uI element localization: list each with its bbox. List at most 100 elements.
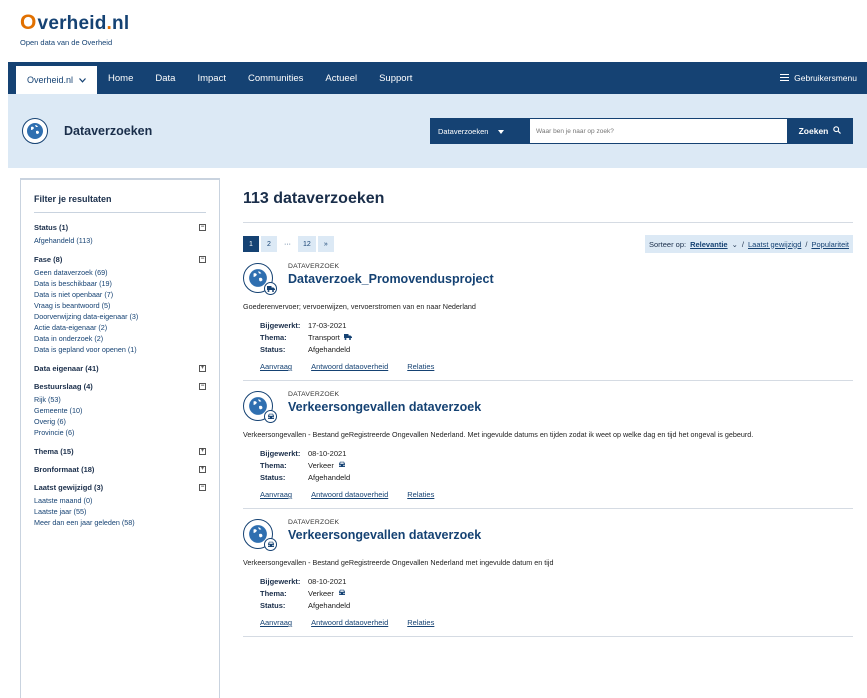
page-12-button[interactable]: 12 [298, 236, 316, 252]
filter-group-label: Fase (8) [34, 255, 63, 264]
antwoord-link[interactable]: Antwoord dataoverheid [311, 362, 388, 371]
truck-icon [264, 282, 277, 295]
theme-value: Verkeer [308, 461, 334, 470]
dataverzoeken-globe-icon [22, 118, 48, 144]
result-meta: Bijgewerkt: 17-03-2021 Thema: Transport Sta… [260, 320, 853, 356]
result-links: Aanvraag Antwoord dataoverheid Relaties [260, 490, 853, 508]
filter-group-header[interactable]: Laatst gewijzigd (3) − [34, 483, 206, 492]
main-nav: Overheid.nl Home Data Impact Communities… [8, 62, 867, 94]
filter-option-link[interactable]: Laatste maand (0) [34, 495, 206, 506]
sort-popularity-link[interactable]: Populariteit [811, 240, 849, 249]
search-scope-dropdown[interactable]: Dataverzoeken [430, 118, 530, 144]
filter-group-label: Laatst gewijzigd (3) [34, 483, 104, 492]
result-title-link[interactable]: Verkeersongevallen dataverzoek [288, 528, 481, 542]
filter-option-link[interactable]: Vraag is beantwoord (5) [34, 300, 206, 311]
filter-option-link[interactable]: Overig (6) [34, 416, 206, 427]
filter-option-link[interactable]: Data in onderzoek (2) [34, 333, 206, 344]
meta-label: Status: [260, 345, 286, 354]
results-heading: 113 dataverzoeken [243, 190, 385, 207]
filter-option-link[interactable]: Rijk (53) [34, 394, 206, 405]
meta-label: Bijgewerkt: [260, 321, 301, 330]
expand-icon[interactable]: + [199, 466, 206, 473]
filter-group: Fase (8) − Geen dataverzoek (69) Data is be… [34, 255, 206, 355]
logo-mark: O [20, 11, 37, 34]
result-description: Verkeersongevallen - Bestand geRegistree… [243, 430, 754, 439]
antwoord-link[interactable]: Antwoord dataoverheid [311, 490, 388, 499]
page-2-button[interactable]: 2 [261, 236, 277, 252]
filter-option-link[interactable]: Actie data-eigenaar (2) [34, 322, 206, 333]
filter-option-link[interactable]: Data is gepland voor openen (1) [34, 344, 206, 355]
collapse-icon[interactable]: − [199, 224, 206, 231]
antwoord-link[interactable]: Antwoord dataoverheid [311, 618, 388, 627]
filter-option-link[interactable]: Provincie (6) [34, 427, 206, 438]
next-page-button[interactable]: » [317, 236, 334, 252]
search-bar: Dataverzoeken Zoeken [430, 118, 853, 144]
collapse-icon[interactable]: − [199, 256, 206, 263]
car-icon [264, 410, 277, 423]
nav-item-data[interactable]: Data [144, 73, 186, 84]
pager-and-sort: 1 2 ··· 12 » Sorteer op: Relevantie ⌄ / … [243, 235, 853, 253]
result-title-link[interactable]: Dataverzoek_Promovendusproject [288, 272, 494, 286]
meta-label: Bijgewerkt: [260, 577, 301, 586]
filter-option-link[interactable]: Data is beschikbaar (19) [34, 278, 206, 289]
nav-item-communities[interactable]: Communities [237, 73, 314, 84]
filter-group-header[interactable]: Bronformaat (18) + [34, 465, 206, 474]
filter-option-link[interactable]: Geen dataverzoek (69) [34, 267, 206, 278]
caret-down-icon [498, 127, 505, 136]
sort-separator: / [805, 239, 808, 249]
aanvraag-link[interactable]: Aanvraag [260, 362, 292, 371]
filter-group-header[interactable]: Thema (15) + [34, 447, 206, 456]
sort-control: Sorteer op: Relevantie ⌄ / Laatst gewijz… [644, 235, 853, 253]
page-banner: Dataverzoeken Dataverzoeken Zoeken [8, 94, 867, 168]
collapse-icon[interactable]: − [199, 484, 206, 491]
relaties-link[interactable]: Relaties [407, 618, 434, 627]
page-ellipsis: ··· [284, 240, 291, 248]
theme-value: Verkeer [308, 589, 334, 598]
updated-date: 08-10-2021 [308, 577, 347, 586]
relaties-link[interactable]: Relaties [407, 362, 434, 371]
search-button[interactable]: Zoeken [787, 118, 853, 144]
nav-item-support[interactable]: Support [368, 73, 423, 84]
expand-icon[interactable]: + [199, 365, 206, 372]
filter-option-link[interactable]: Afgehandeld (113) [34, 235, 206, 246]
filter-group-label: Bestuurslaag (4) [34, 382, 93, 391]
nav-item-home[interactable]: Home [97, 73, 144, 84]
filter-option-link[interactable]: Laatste jaar (55) [34, 506, 206, 517]
chevron-down-icon [79, 75, 86, 85]
filter-group-header[interactable]: Bestuurslaag (4) − [34, 382, 206, 391]
nav-item-actueel[interactable]: Actueel [314, 73, 368, 84]
search-scope-label: Dataverzoeken [438, 126, 489, 136]
page-1-button[interactable]: 1 [243, 236, 259, 252]
sort-latest-link[interactable]: Laatst gewijzigd [748, 240, 801, 249]
chevron-down-icon: ⌄ [731, 239, 738, 249]
collapse-icon[interactable]: − [199, 383, 206, 390]
search-input[interactable] [530, 118, 787, 144]
result-type: DATAVERZOEK [288, 519, 340, 526]
filter-group: Laatst gewijzigd (3) − Laatste maand (0) La… [34, 483, 206, 528]
filter-group-header[interactable]: Fase (8) − [34, 255, 206, 264]
meta-label: Thema: [260, 333, 287, 342]
filter-option-link[interactable]: Data is niet openbaar (7) [34, 289, 206, 300]
updated-date: 08-10-2021 [308, 449, 347, 458]
result-type: DATAVERZOEK [288, 391, 340, 398]
result-title-link[interactable]: Verkeersongevallen dataverzoek [288, 400, 481, 414]
user-menu-button[interactable]: Gebruikersmenu [780, 73, 857, 83]
filter-option-link[interactable]: Meer dan een jaar geleden (58) [34, 517, 206, 528]
filter-group-header[interactable]: Status (1) − [34, 223, 206, 232]
status-value: Afgehandeld [308, 345, 351, 354]
aanvraag-link[interactable]: Aanvraag [260, 618, 292, 627]
expand-icon[interactable]: + [199, 448, 206, 455]
filter-option-link[interactable]: Gemeente (10) [34, 405, 206, 416]
result-item: DATAVERZOEK Dataverzoek_Promovendusprojec… [243, 253, 853, 381]
sort-relevance-link[interactable]: Relevantie [690, 240, 728, 249]
site-logo[interactable]: Overheid. nl [20, 11, 867, 35]
car-icon [338, 460, 346, 472]
filter-group-header[interactable]: Data eigenaar (41) + [34, 364, 206, 373]
filter-option-link[interactable]: Doorverwijzing data-eigenaar (3) [34, 311, 206, 322]
site-select-dropdown[interactable]: Overheid.nl [16, 66, 98, 94]
aanvraag-link[interactable]: Aanvraag [260, 490, 292, 499]
meta-label: Thema: [260, 461, 287, 470]
relaties-link[interactable]: Relaties [407, 490, 434, 499]
search-button-label: Zoeken [798, 126, 829, 136]
nav-item-impact[interactable]: Impact [186, 73, 237, 84]
